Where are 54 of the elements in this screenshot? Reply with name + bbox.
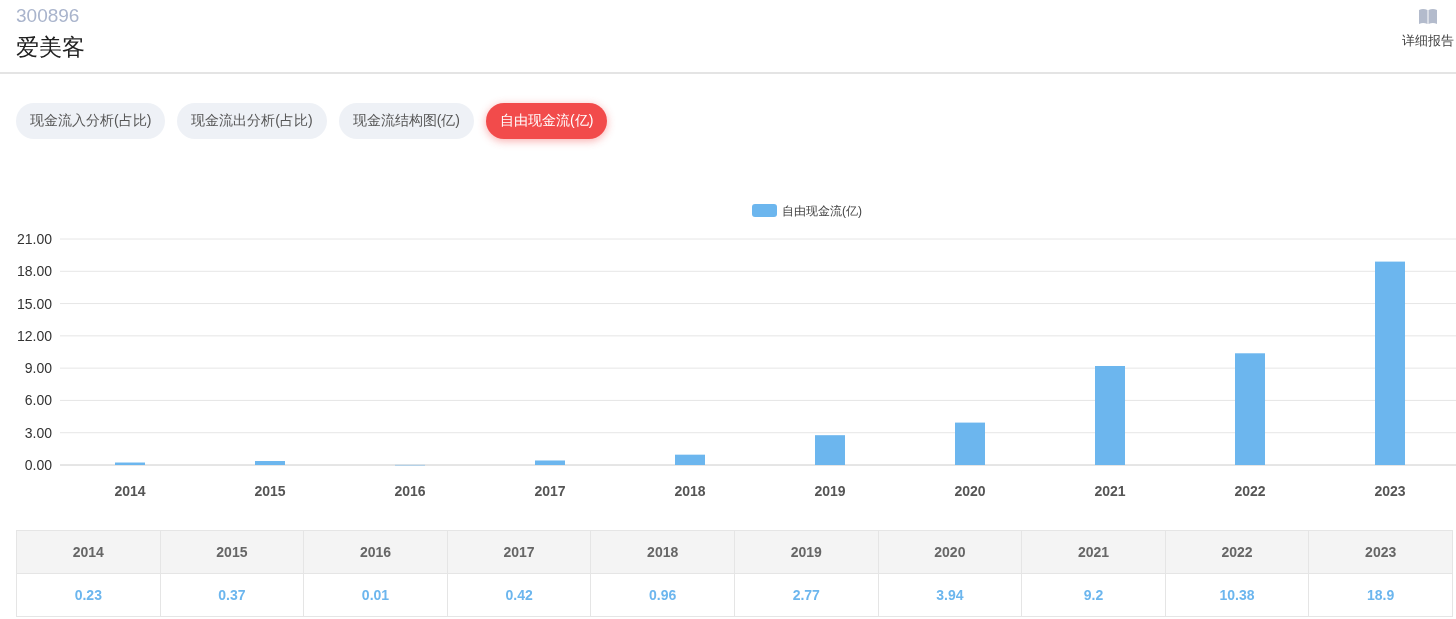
book-icon[interactable] [1418,8,1438,25]
chart-tab[interactable]: 自由现金流(亿) [486,103,608,139]
y-axis-label: 18.00 [16,263,52,280]
y-axis-label: 6.00 [24,392,52,409]
table-header-cell: 2017 [447,530,591,574]
bar [815,435,845,465]
chart-tab[interactable]: 现金流入分析(占比) [16,103,166,139]
chart-tab[interactable]: 现金流结构图(亿) [338,103,474,139]
stock-code: 300896 [16,5,81,27]
x-axis-label: 2022 [1234,483,1266,499]
table-header-cell: 2019 [734,530,879,574]
report-link[interactable]: 详细报告 [1402,32,1454,50]
table-header-cell: 2016 [303,530,448,574]
table-cell: 9.2 [1021,573,1166,617]
table-cell: 0.01 [303,573,448,617]
y-axis-label: 12.00 [16,327,52,344]
stock-name: 爱美客 [16,33,85,62]
table-header-cell: 2022 [1165,530,1309,574]
table-cell: 10.38 [1165,573,1309,617]
table-header-cell: 2014 [16,530,161,574]
bar [535,460,565,465]
x-axis-label: 2018 [674,483,706,499]
table-header-cell: 2018 [590,530,735,574]
table-cell: 0.23 [16,573,161,617]
chart-tab[interactable]: 现金流出分析(占比) [177,103,327,139]
bar [255,461,285,465]
x-axis-label: 2017 [534,483,566,499]
legend-swatch [752,204,777,217]
table-header-cell: 2015 [160,530,304,574]
bar [675,454,705,465]
table-cell: 18.9 [1308,573,1453,617]
table-cell: 2.77 [734,573,879,617]
x-axis-label: 2016 [394,483,426,499]
table-cell: 0.96 [590,573,735,617]
table-cell: 0.37 [160,573,304,617]
table-header-cell: 2021 [1021,530,1166,574]
x-axis-label: 2015 [254,483,286,499]
x-axis-label: 2019 [814,483,846,499]
table-cell: 3.94 [878,573,1022,617]
table-cell: 0.42 [447,573,591,617]
y-axis-label: 21.00 [16,231,52,247]
legend-label: 自由现金流(亿) [782,204,862,218]
y-axis-label: 3.00 [24,424,52,441]
bar [955,422,985,465]
y-axis-label: 15.00 [16,295,52,312]
bar [115,462,145,465]
table-header-cell: 2023 [1308,530,1453,574]
table-header-cell: 2020 [878,530,1022,574]
y-axis-label: 0.00 [24,457,52,473]
x-axis-label: 2020 [954,483,986,499]
x-axis-label: 2023 [1374,483,1406,499]
x-axis-label: 2021 [1094,483,1126,499]
x-axis-label: 2014 [114,483,146,499]
y-axis-label: 9.00 [24,360,52,377]
